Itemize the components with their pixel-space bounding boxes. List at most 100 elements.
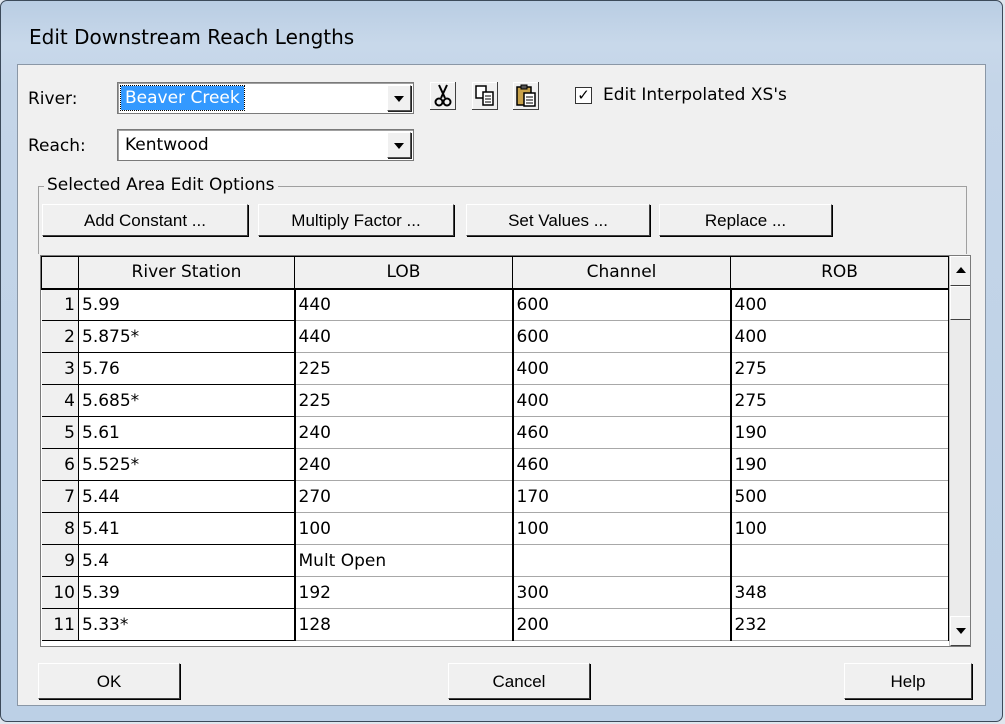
lob-cell[interactable]: 440 — [294, 288, 514, 321]
lob-cell[interactable]: 192 — [294, 576, 514, 609]
cancel-button[interactable]: Cancel — [448, 663, 590, 699]
row-number-cell[interactable]: 7 — [41, 480, 79, 513]
row-number-cell[interactable]: 3 — [41, 352, 79, 385]
rob-cell[interactable]: 400 — [730, 288, 950, 321]
river-station-cell[interactable]: 5.44 — [78, 480, 296, 513]
corner-cell[interactable] — [41, 256, 79, 290]
row-number-cell[interactable]: 2 — [41, 320, 79, 353]
channel-cell[interactable]: 400 — [512, 384, 732, 417]
set-values-button[interactable]: Set Values ... — [466, 204, 650, 236]
channel-cell[interactable]: 200 — [512, 608, 732, 641]
table-row[interactable]: 2 5.875* 440 600 400 — [41, 320, 950, 353]
lob-cell[interactable]: 440 — [294, 320, 514, 353]
header-lob[interactable]: LOB — [294, 256, 513, 290]
rob-cell[interactable]: 275 — [730, 384, 950, 417]
table-header-row: River Station LOB Channel ROB — [41, 256, 949, 290]
reach-dropdown[interactable]: Kentwood — [117, 129, 414, 161]
river-station-cell[interactable]: 5.4 — [78, 544, 296, 577]
reach-lengths-table: River Station LOB Channel ROB 1 5.99 440 60… — [40, 255, 971, 647]
lob-cell[interactable]: 240 — [294, 448, 514, 481]
river-station-cell[interactable]: 5.39 — [78, 576, 296, 609]
dialog-body: River: Beaver Creek ✓ Edit Interpolated … — [17, 64, 986, 706]
table-row[interactable]: 4 5.685* 225 400 275 — [41, 384, 950, 417]
river-station-cell[interactable]: 5.61 — [78, 416, 296, 449]
row-number-cell[interactable]: 4 — [41, 384, 79, 417]
table-row[interactable]: 1 5.99 440 600 400 — [41, 288, 950, 321]
river-station-cell[interactable]: 5.41 — [78, 512, 296, 545]
scroll-down-icon[interactable] — [950, 616, 970, 646]
channel-cell[interactable] — [512, 544, 732, 577]
lob-cell[interactable]: 270 — [294, 480, 514, 513]
channel-cell[interactable]: 100 — [512, 512, 732, 545]
row-number-cell[interactable]: 9 — [41, 544, 79, 577]
table-row[interactable]: 3 5.76 225 400 275 — [41, 352, 950, 385]
rob-cell[interactable]: 400 — [730, 320, 950, 353]
river-label: River: — [28, 89, 78, 109]
rob-cell[interactable]: 190 — [730, 416, 950, 449]
table-row[interactable]: 8 5.41 100 100 100 — [41, 512, 950, 545]
channel-cell[interactable]: 600 — [512, 288, 732, 321]
header-river-station[interactable]: River Station — [78, 256, 295, 290]
table-row[interactable]: 6 5.525* 240 460 190 — [41, 448, 950, 481]
dialog-window: Edit Downstream Reach Lengths River: Bea… — [0, 0, 1003, 722]
replace-button[interactable]: Replace ... — [659, 204, 832, 236]
edit-options-title: Selected Area Edit Options — [44, 175, 278, 195]
ok-button[interactable]: OK — [38, 663, 180, 699]
lob-cell[interactable]: 240 — [294, 416, 514, 449]
channel-cell[interactable]: 400 — [512, 352, 732, 385]
lob-cell[interactable]: 225 — [294, 384, 514, 417]
row-number-cell[interactable]: 6 — [41, 448, 79, 481]
table-row[interactable]: 9 5.4 Mult Open — [41, 544, 950, 577]
scroll-thumb[interactable] — [950, 286, 970, 320]
help-button[interactable]: Help — [844, 663, 972, 699]
vertical-scrollbar[interactable] — [949, 256, 970, 646]
lob-cell[interactable]: 100 — [294, 512, 514, 545]
river-station-cell[interactable]: 5.76 — [78, 352, 296, 385]
reach-value: Kentwood — [125, 135, 209, 155]
edit-interpolated-label: Edit Interpolated XS's — [603, 85, 787, 105]
river-station-cell[interactable]: 5.99 — [78, 288, 296, 321]
river-station-cell[interactable]: 5.875* — [78, 320, 296, 353]
row-number-cell[interactable]: 11 — [41, 608, 79, 641]
channel-cell[interactable]: 300 — [512, 576, 732, 609]
copy-icon[interactable] — [470, 82, 500, 112]
river-dropdown-arrow-icon[interactable] — [387, 85, 411, 111]
scroll-up-icon[interactable] — [950, 256, 970, 286]
data-table: River Station LOB Channel ROB 1 5.99 440 60… — [41, 256, 950, 641]
header-channel[interactable]: Channel — [512, 256, 731, 290]
rob-cell[interactable]: 232 — [730, 608, 950, 641]
row-number-cell[interactable]: 5 — [41, 416, 79, 449]
lob-cell[interactable]: 225 — [294, 352, 514, 385]
header-rob[interactable]: ROB — [730, 256, 949, 290]
channel-cell[interactable]: 170 — [512, 480, 732, 513]
row-number-cell[interactable]: 10 — [41, 576, 79, 609]
channel-cell[interactable]: 600 — [512, 320, 732, 353]
channel-cell[interactable]: 460 — [512, 448, 732, 481]
table-row[interactable]: 11 5.33* 128 200 232 — [41, 608, 950, 641]
rob-cell[interactable]: 275 — [730, 352, 950, 385]
river-station-cell[interactable]: 5.33* — [78, 608, 296, 641]
channel-cell[interactable]: 460 — [512, 416, 732, 449]
rob-cell[interactable]: 500 — [730, 480, 950, 513]
rob-cell[interactable] — [730, 544, 950, 577]
rob-cell[interactable]: 190 — [730, 448, 950, 481]
river-station-cell[interactable]: 5.685* — [78, 384, 296, 417]
lob-cell[interactable]: Mult Open — [294, 544, 514, 577]
table-row[interactable]: 10 5.39 192 300 348 — [41, 576, 950, 609]
scissors-icon[interactable] — [428, 82, 458, 112]
table-row[interactable]: 5 5.61 240 460 190 — [41, 416, 950, 449]
lob-cell[interactable]: 128 — [294, 608, 514, 641]
river-dropdown[interactable]: Beaver Creek — [117, 82, 414, 114]
river-station-cell[interactable]: 5.525* — [78, 448, 296, 481]
row-number-cell[interactable]: 1 — [41, 288, 79, 321]
row-number-cell[interactable]: 8 — [41, 512, 79, 545]
rob-cell[interactable]: 348 — [730, 576, 950, 609]
reach-dropdown-arrow-icon[interactable] — [387, 132, 411, 158]
add-constant-button[interactable]: Add Constant ... — [42, 204, 248, 236]
paste-icon[interactable] — [511, 82, 541, 112]
multiply-factor-button[interactable]: Multiply Factor ... — [258, 204, 454, 236]
rob-cell[interactable]: 100 — [730, 512, 950, 545]
edit-interpolated-checkbox[interactable]: ✓ — [575, 87, 592, 104]
table-row[interactable]: 7 5.44 270 170 500 — [41, 480, 950, 513]
window-title: Edit Downstream Reach Lengths — [29, 25, 355, 49]
